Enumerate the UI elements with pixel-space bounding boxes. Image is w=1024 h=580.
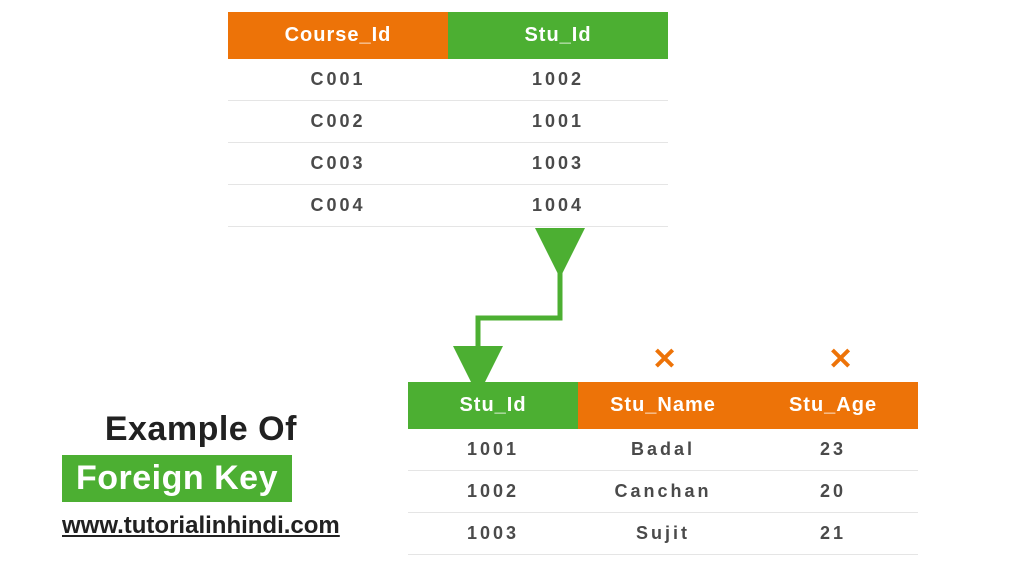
cell-stu-age: 21 bbox=[748, 513, 918, 555]
course-table: Course_Id Stu_Id C001 1002 C002 1001 C00… bbox=[228, 12, 668, 227]
table-row: 1003 Sujit 21 bbox=[408, 513, 918, 555]
cell-stu-age: 23 bbox=[748, 429, 918, 471]
table-row: C003 1003 bbox=[228, 143, 668, 185]
x-mark-icon: ✕ bbox=[828, 342, 853, 377]
table-row: 1001 Badal 23 bbox=[408, 429, 918, 471]
cell-stu-id: 1001 bbox=[448, 101, 668, 143]
stu-name-header: Stu_Name bbox=[578, 382, 748, 429]
cell-stu-name: Canchan bbox=[578, 471, 748, 513]
stu-age-header: Stu_Age bbox=[748, 382, 918, 429]
title-block: Example Of Foreign Key www.tutorialinhin… bbox=[62, 410, 340, 540]
course-id-header: Course_Id bbox=[228, 12, 448, 59]
table-row: C004 1004 bbox=[228, 185, 668, 227]
cell-stu-id: 1003 bbox=[448, 143, 668, 185]
table-row: C002 1001 bbox=[228, 101, 668, 143]
cell-course-id: C004 bbox=[228, 185, 448, 227]
cell-stu-id: 1002 bbox=[408, 471, 578, 513]
cell-course-id: C002 bbox=[228, 101, 448, 143]
cell-stu-id: 1002 bbox=[448, 59, 668, 101]
cell-stu-id: 1001 bbox=[408, 429, 578, 471]
cell-stu-age: 20 bbox=[748, 471, 918, 513]
stu-id-header: Stu_Id bbox=[408, 382, 578, 429]
student-table: Stu_Id Stu_Name Stu_Age 1001 Badal 23 10… bbox=[408, 382, 918, 555]
x-mark-icon: ✕ bbox=[652, 342, 677, 377]
table-row: 1002 Canchan 20 bbox=[408, 471, 918, 513]
stu-id-header: Stu_Id bbox=[448, 12, 668, 59]
source-url-label: www.tutorialinhindi.com bbox=[62, 512, 340, 540]
cell-course-id: C001 bbox=[228, 59, 448, 101]
title-line-1: Example Of bbox=[62, 410, 340, 449]
cell-stu-id: 1004 bbox=[448, 185, 668, 227]
cell-stu-name: Sujit bbox=[578, 513, 748, 555]
cell-stu-id: 1003 bbox=[408, 513, 578, 555]
table-row: C001 1002 bbox=[228, 59, 668, 101]
cell-stu-name: Badal bbox=[578, 429, 748, 471]
cell-course-id: C003 bbox=[228, 143, 448, 185]
title-line-2: Foreign Key bbox=[62, 455, 292, 502]
